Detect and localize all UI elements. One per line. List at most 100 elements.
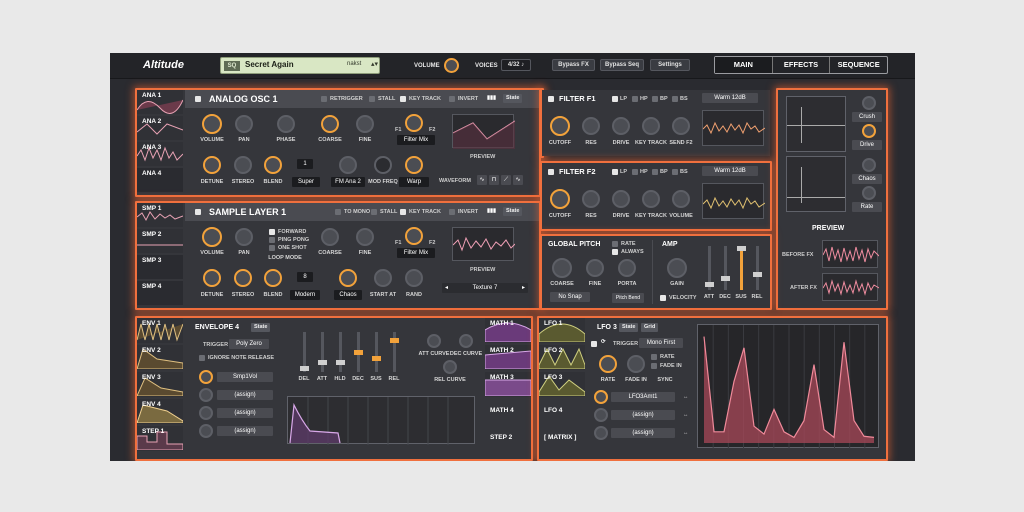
ff1-lp-radio[interactable] <box>612 96 618 102</box>
dec-curve-knob[interactable] <box>459 334 473 348</box>
env-mod1-target[interactable]: Smp1Vol <box>217 372 273 382</box>
smp-coarse-knob[interactable] <box>321 228 339 246</box>
ff2-bs-radio[interactable] <box>672 169 678 175</box>
drive-knob[interactable] <box>862 124 876 138</box>
osc-fine-knob[interactable] <box>356 115 374 133</box>
ff2-res-knob[interactable] <box>582 190 600 208</box>
env-rel-slider[interactable] <box>390 332 399 372</box>
sidebar-item-env3[interactable]: ENV 3 <box>137 372 183 397</box>
settings-button[interactable]: Settings <box>650 59 690 71</box>
retrigger-icon[interactable]: ⟳ <box>601 339 606 345</box>
sidebar-item-env4[interactable]: ENV 4 <box>137 399 183 424</box>
forward-radio[interactable] <box>269 229 275 235</box>
sidebar-item-step1[interactable]: STEP 1 <box>137 426 183 451</box>
smp-chaos-mode[interactable]: Chaos <box>334 290 362 300</box>
sidebar-item-matrix[interactable]: [ MATRIX ] <box>539 426 585 451</box>
ff2-cutoff-knob[interactable] <box>550 189 570 209</box>
ff1-res-knob[interactable] <box>582 117 600 135</box>
lfo-mod1-knob[interactable] <box>594 390 608 404</box>
sidebar-item-smp3[interactable]: SMP 3 <box>137 255 183 279</box>
gp-rate-checkbox[interactable] <box>612 241 618 247</box>
osc-fm-knob[interactable] <box>339 156 357 174</box>
smp-state-button[interactable]: State <box>503 207 523 216</box>
lfo-graph[interactable] <box>697 324 879 449</box>
preset-selector[interactable]: SQ Secret Again nakst ▴▾ <box>220 57 380 74</box>
tab-main[interactable]: MAIN <box>715 57 773 73</box>
velocity-checkbox[interactable] <box>660 295 666 301</box>
wave-square-button[interactable]: ⊓ <box>489 175 499 185</box>
osc-fm-source[interactable]: FM Ana 2 <box>331 177 365 187</box>
tab-effects[interactable]: EFFECTS <box>773 57 831 73</box>
smp-stereo-knob[interactable] <box>234 269 252 287</box>
osc-coarse-knob[interactable] <box>321 115 339 133</box>
texture-prev-icon[interactable]: ◂ <box>445 283 448 293</box>
osc-detune-knob[interactable] <box>203 156 221 174</box>
gp-porta-knob[interactable] <box>618 259 636 277</box>
chaos-knob[interactable] <box>862 158 876 172</box>
texture-next-icon[interactable]: ▸ <box>522 283 525 293</box>
smp-invert-checkbox[interactable] <box>449 209 455 215</box>
smp-detune-knob[interactable] <box>203 269 221 287</box>
env-del-slider[interactable] <box>300 332 309 372</box>
env-trigger-select[interactable]: Poly Zero <box>229 339 269 349</box>
env-mod4-target[interactable]: (assign) <box>217 426 273 436</box>
env-mod3-knob[interactable] <box>199 406 213 420</box>
sidebar-item-lfo4[interactable]: LFO 4 <box>539 399 585 424</box>
env-mod2-target[interactable]: (assign) <box>217 390 273 400</box>
bypass-seq-button[interactable]: Bypass Seq <box>600 59 644 71</box>
osc-filter-mix-knob[interactable] <box>405 114 423 132</box>
att-curve-knob[interactable] <box>427 334 441 348</box>
sidebar-item-math2[interactable]: MATH 2 <box>485 345 531 370</box>
smp-pan-knob[interactable] <box>235 228 253 246</box>
lfo-mod3-knob[interactable] <box>594 426 608 440</box>
lfo-mod3-target[interactable]: (assign) <box>611 428 675 438</box>
env-mod3-target[interactable]: (assign) <box>217 408 273 418</box>
tab-sequence[interactable]: SEQUENCE <box>830 57 887 73</box>
smp-rand-knob[interactable] <box>405 269 423 287</box>
sidebar-item-smp2[interactable]: SMP 2 <box>137 229 183 253</box>
smp-filter-mix-knob[interactable] <box>405 227 423 245</box>
osc-mod-freq-knob[interactable] <box>374 156 392 174</box>
osc-enable-checkbox[interactable] <box>195 96 201 102</box>
smp-keytrack-checkbox[interactable] <box>400 209 406 215</box>
ff1-enable-checkbox[interactable] <box>548 96 554 102</box>
sidebar-item-ana3[interactable]: ANA 3 <box>137 142 183 166</box>
smp-blend-knob[interactable] <box>264 269 282 287</box>
env-mod4-knob[interactable] <box>199 424 213 438</box>
preset-arrows-icon[interactable]: ▴▾ <box>371 60 378 68</box>
smp-stall-checkbox[interactable] <box>371 209 377 215</box>
ff2-enable-checkbox[interactable] <box>548 169 554 175</box>
xy-pad-1[interactable] <box>786 96 846 152</box>
env-att-slider[interactable] <box>318 332 327 372</box>
ff2-type-select[interactable]: Warm 12dB <box>702 166 758 176</box>
ff1-bp-radio[interactable] <box>652 96 658 102</box>
texture-selector[interactable]: ◂ Texture 7 ▸ <box>442 283 528 293</box>
ff2-lp-radio[interactable] <box>612 169 618 175</box>
ff2-volume-knob[interactable] <box>672 190 690 208</box>
lfo-state-button[interactable]: State <box>619 323 639 332</box>
sidebar-item-step2[interactable]: STEP 2 <box>485 426 531 451</box>
sidebar-item-ana4[interactable]: ANA 4 <box>137 168 183 192</box>
sidebar-item-lfo2[interactable]: LFO 2 <box>539 345 585 370</box>
smp-chaos-knob[interactable] <box>339 269 357 287</box>
osc-pan-knob[interactable] <box>235 115 253 133</box>
smp-unison-value[interactable]: 8 <box>297 272 313 282</box>
osc-unison-value[interactable]: 1 <box>297 159 313 169</box>
tomono-checkbox[interactable] <box>335 209 341 215</box>
amp-sus-slider[interactable] <box>737 246 746 290</box>
env-hld-slider[interactable] <box>336 332 345 372</box>
lfo-fadein-checkbox[interactable] <box>651 363 657 369</box>
env-mod2-knob[interactable] <box>199 388 213 402</box>
osc-unison-mode[interactable]: Super <box>292 177 320 187</box>
osc-stereo-knob[interactable] <box>234 156 252 174</box>
sidebar-item-lfo3[interactable]: LFO 3 <box>539 372 585 397</box>
envelope-graph[interactable] <box>287 396 475 445</box>
lfo-trigger-select[interactable]: Mono First <box>639 338 683 348</box>
smp-bars-icon[interactable]: ▮▮▮ <box>487 208 496 214</box>
oneshot-radio[interactable] <box>269 245 275 251</box>
sidebar-item-smp4[interactable]: SMP 4 <box>137 281 183 305</box>
keytrack-checkbox[interactable] <box>400 96 406 102</box>
lfo-mod2-knob[interactable] <box>594 408 608 422</box>
ff2-drive-knob[interactable] <box>612 190 630 208</box>
smp-start-knob[interactable] <box>374 269 392 287</box>
